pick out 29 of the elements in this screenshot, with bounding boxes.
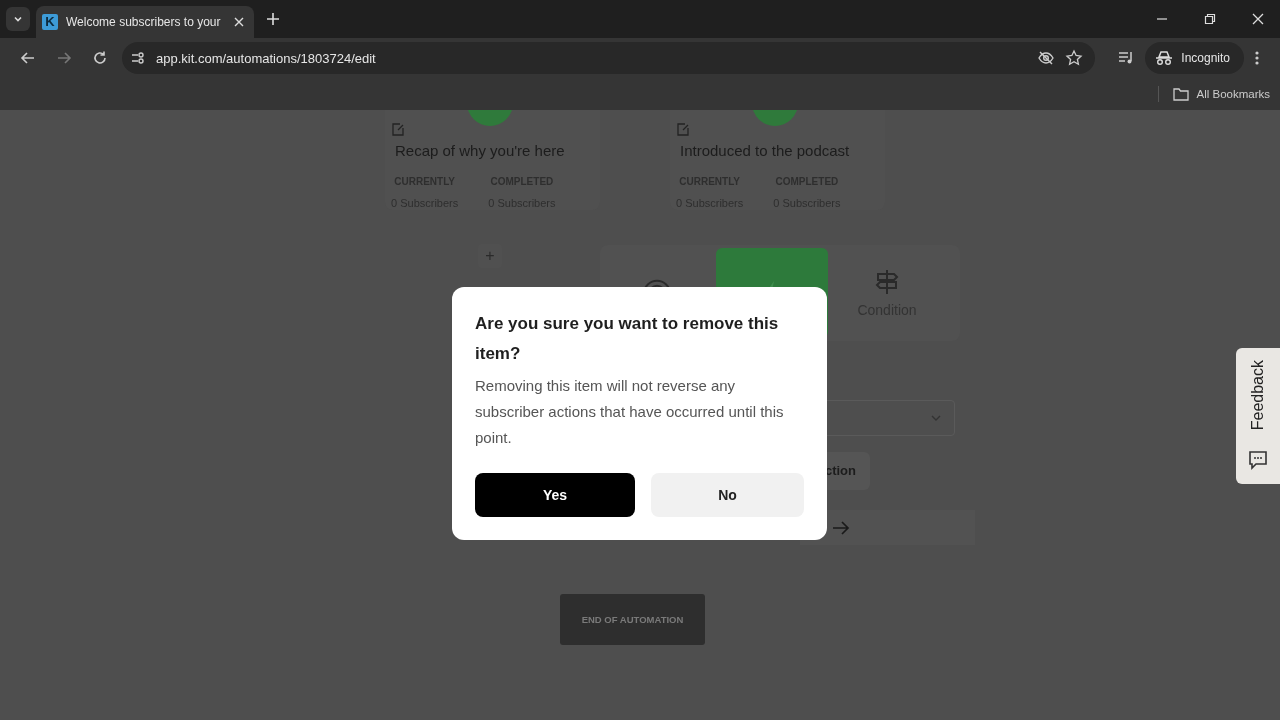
arrow-right-icon (832, 520, 850, 535)
folder-icon (1172, 87, 1189, 101)
address-bar[interactable]: app.kit.com/automations/1803724/edit (122, 42, 1096, 74)
dialog-message: Removing this item will not reverse any subscriber actions that have occurred until this point. (475, 376, 785, 448)
chat-icon (1248, 450, 1268, 470)
browser-tab[interactable]: K Welcome subscribers to your (36, 6, 254, 38)
kit-logo-icon: K (42, 14, 58, 30)
reload-icon[interactable] (92, 50, 108, 66)
tab-search-button[interactable] (6, 7, 30, 31)
signpost-icon (874, 268, 900, 296)
star-icon[interactable] (1065, 49, 1084, 67)
new-tab-icon[interactable] (266, 12, 280, 26)
restore-icon[interactable] (1204, 13, 1216, 25)
eye-slash-icon[interactable] (1037, 49, 1056, 67)
more-menu-icon[interactable] (1254, 50, 1260, 66)
confirm-button[interactable]: Yes (475, 473, 635, 517)
close-icon[interactable] (1252, 13, 1264, 25)
back-icon[interactable] (20, 50, 36, 66)
url-text: app.kit.com/automations/1803724/edit (156, 50, 376, 66)
close-tab-icon[interactable] (234, 17, 244, 27)
forward-icon[interactable] (56, 50, 72, 66)
site-settings-icon[interactable] (130, 50, 146, 66)
end-of-automation-box: END OF AUTOMATION (560, 594, 705, 645)
all-bookmarks-button[interactable]: All Bookmarks (1172, 87, 1270, 101)
cancel-button[interactable]: No (651, 473, 804, 517)
incognito-button[interactable]: Incognito (1145, 42, 1244, 74)
incognito-icon (1155, 50, 1174, 66)
feedback-tab[interactable]: Feedback (1236, 348, 1280, 484)
dialog-title: Are you sure you want to remove this item? (475, 313, 780, 365)
